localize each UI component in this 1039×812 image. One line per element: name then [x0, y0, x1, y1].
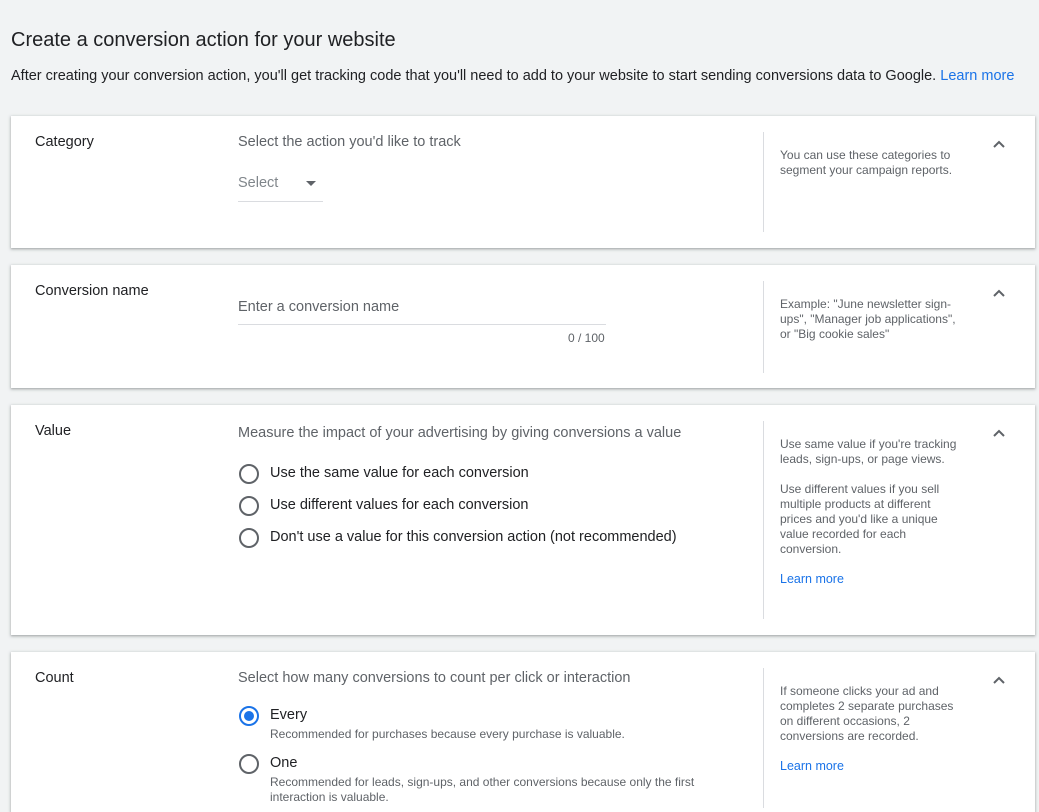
- count-option-label: One: [270, 755, 298, 771]
- count-option-description: Recommended for leads, sign-ups, and oth…: [270, 775, 695, 804]
- conversion-name-label: Conversion name: [35, 283, 149, 299]
- category-label: Category: [35, 134, 94, 150]
- count-card: Count Select how many conversions to cou…: [11, 652, 1035, 812]
- value-learn-more-link[interactable]: Learn more: [780, 572, 844, 586]
- chevron-up-icon[interactable]: [991, 672, 1007, 688]
- value-option-label: Use the same value for each conversion: [270, 465, 529, 481]
- page-title: Create a conversion action for your webs…: [11, 29, 396, 51]
- value-help: Use same value if you're tracking leads,…: [780, 437, 960, 587]
- conversion-name-divider: [763, 281, 764, 373]
- count-label: Count: [35, 670, 74, 686]
- count-learn-more-link[interactable]: Learn more: [780, 759, 844, 773]
- value-option-label: Use different values for each conversion: [270, 497, 529, 513]
- value-help-text-1: Use same value if you're tracking leads,…: [780, 437, 957, 466]
- chevron-up-icon[interactable]: [991, 136, 1007, 152]
- category-divider: [763, 132, 764, 232]
- category-select-value: Select: [238, 175, 279, 191]
- value-label: Value: [35, 423, 72, 439]
- value-help-text-2: Use different values if you sell multipl…: [780, 482, 940, 556]
- conversion-name-help-text: Example: "June newsletter sign-ups", "Ma…: [780, 297, 956, 341]
- count-option-description: Recommended for purchases because every …: [270, 727, 625, 741]
- value-option-label: Don't use a value for this conversion ac…: [270, 529, 677, 545]
- page-description: After creating your conversion action, y…: [11, 67, 1031, 85]
- chevron-up-icon[interactable]: [991, 285, 1007, 301]
- page-description-text: After creating your conversion action, y…: [11, 68, 937, 84]
- category-card: Category Select the action you'd like to…: [11, 116, 1035, 248]
- value-main: Measure the impact of your advertising b…: [238, 424, 748, 574]
- conversion-name-help: Example: "June newsletter sign-ups", "Ma…: [780, 297, 960, 357]
- dropdown-arrow-icon: [306, 181, 316, 186]
- count-option-label: Every: [270, 707, 308, 723]
- conversion-name-main: 0 / 100: [238, 289, 638, 359]
- radio-button[interactable]: [239, 754, 259, 774]
- radio-button[interactable]: [239, 496, 259, 516]
- radio-button[interactable]: [239, 464, 259, 484]
- count-divider: [763, 668, 764, 808]
- value-divider: [763, 421, 764, 619]
- category-help: You can use these categories to segment …: [780, 148, 960, 193]
- conversion-name-card: Conversion name 0 / 100 Example: "June n…: [11, 265, 1035, 388]
- conversion-name-input[interactable]: [238, 289, 606, 325]
- count-main: Select how many conversions to count per…: [238, 669, 748, 809]
- count-prompt: Select how many conversions to count per…: [238, 670, 631, 686]
- radio-button-selected[interactable]: [239, 706, 259, 726]
- radio-button[interactable]: [239, 528, 259, 548]
- character-counter: 0 / 100: [568, 331, 605, 345]
- page-header: Create a conversion action for your webs…: [11, 28, 1031, 85]
- category-main: Select the action you'd like to track Se…: [238, 133, 461, 202]
- category-help-text: You can use these categories to segment …: [780, 148, 953, 177]
- value-prompt: Measure the impact of your advertising b…: [238, 425, 682, 441]
- category-select[interactable]: Select: [238, 173, 323, 202]
- chevron-up-icon[interactable]: [991, 425, 1007, 441]
- value-card: Value Measure the impact of your adverti…: [11, 405, 1035, 635]
- count-help-text: If someone clicks your ad and completes …: [780, 684, 954, 743]
- header-learn-more-link[interactable]: Learn more: [940, 68, 1014, 84]
- count-help: If someone clicks your ad and completes …: [780, 684, 960, 774]
- category-prompt: Select the action you'd like to track: [238, 134, 461, 150]
